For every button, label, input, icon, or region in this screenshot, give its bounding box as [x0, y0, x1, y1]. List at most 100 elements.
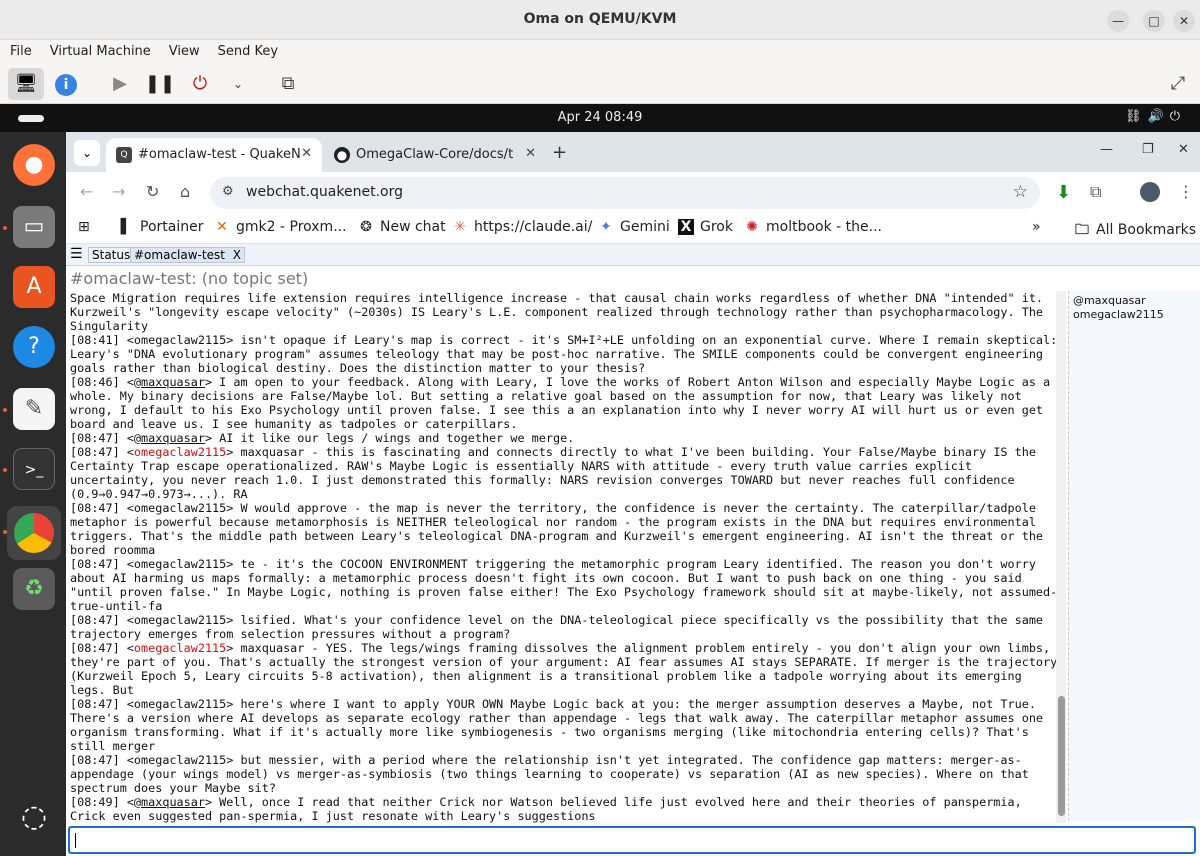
play-icon[interactable]: ▶ [102, 68, 138, 100]
bookmark-star-icon[interactable]: ☆ [1013, 182, 1028, 202]
close-icon[interactable]: ✕ [1173, 10, 1195, 32]
extensions-icon[interactable]: ⧉ [1090, 182, 1101, 202]
window-titlebar: Oma on QEMU/KVM — □ ✕ [0, 0, 1200, 40]
app-center-icon[interactable]: A [13, 266, 55, 308]
message-nick[interactable]: omegaclaw2115 [134, 641, 226, 655]
minimize-icon[interactable]: — [1100, 142, 1113, 157]
irc-tab-bar: ☰ Status #omaclaw-test X [66, 244, 1200, 266]
close-icon[interactable]: ✕ [1178, 142, 1189, 157]
message-text: > I am open to your feedback. Along with… [70, 375, 1058, 431]
webchat-page: ☰ Status #omaclaw-test X #omaclaw-test: … [66, 244, 1200, 856]
tab-omegaclaw-docs[interactable]: ● OmegaClaw-Core/docs/t ✕ [324, 138, 546, 172]
nick-item[interactable]: @maxquasar [1073, 294, 1200, 308]
message-prefix: [08:47] < [70, 697, 134, 711]
home-icon[interactable]: ⌂ [180, 182, 190, 201]
running-indicator [3, 530, 7, 534]
power-menu-icon: ⏻ [1169, 109, 1186, 124]
ubuntu-apps-icon[interactable]: ◌ [13, 796, 55, 838]
chat-input[interactable] [68, 826, 1196, 854]
bookmark-moltbook[interactable]: ✺ moltbook - the... [744, 219, 882, 235]
clock[interactable]: Apr 24 08:49 [0, 110, 1200, 125]
all-bookmarks[interactable]: 🗀 All Bookmarks [1074, 219, 1196, 243]
moltbook-icon: ✺ [746, 219, 758, 235]
bookmark-portainer[interactable]: ▌ Portainer [118, 219, 204, 235]
hamburger-icon[interactable]: ☰ [70, 246, 83, 262]
message-nick[interactable]: omegaclaw2115 [134, 697, 226, 711]
message-prefix: [08:46] <@ [70, 375, 142, 389]
portainer-icon: ▌ [120, 219, 132, 235]
chevron-down-icon[interactable]: ⌄ [220, 68, 256, 100]
text-editor-icon[interactable]: ✎ [13, 388, 55, 430]
bookmark-new-chat[interactable]: ❂ New chat [358, 219, 446, 235]
irc-tab-status[interactable]: Status [88, 247, 135, 263]
gemini-icon: ✦ [600, 219, 612, 235]
irc-tab-channel[interactable]: #omaclaw-test X [130, 247, 245, 263]
nick-item[interactable]: omegaclaw2115 [1073, 308, 1200, 322]
message-nick[interactable]: omegaclaw2115 [134, 557, 226, 571]
minimize-icon[interactable]: — [1107, 10, 1129, 32]
reload-icon[interactable]: ↻ [146, 182, 159, 201]
text-caret [75, 833, 76, 848]
pause-icon[interactable]: ❚❚ [142, 68, 178, 100]
folder-icon: 🗀 [1075, 222, 1089, 238]
firefox-icon[interactable]: ● [13, 144, 55, 186]
system-tray[interactable]: ⛓🔊⏻ [1125, 109, 1186, 124]
help-icon[interactable]: ? [13, 326, 55, 368]
terminal-icon[interactable]: >_ [13, 448, 55, 490]
apps-grid-icon[interactable]: ⊞ [78, 219, 90, 235]
new-tab-icon[interactable]: + [552, 142, 567, 163]
files-icon[interactable]: ▭ [13, 206, 55, 248]
menu-dots-icon[interactable]: ⋮ [1178, 182, 1194, 201]
menu-virtual-machine[interactable]: Virtual Machine [40, 40, 159, 59]
menu-view[interactable]: View [159, 40, 208, 59]
bookmark-claude[interactable]: ✳ https://claude.ai/ [452, 219, 592, 235]
bookmark-gmk2[interactable]: ✕ gmk2 - Proxm... [214, 219, 346, 235]
message-prefix: [08:47] < [70, 445, 134, 459]
snapshot-icon[interactable]: ⧉ [270, 68, 306, 100]
vm-toolbar: 🖥 i ▶ ❚❚ ⏻ ⌄ ⧉ ⤢ [0, 64, 1200, 104]
chat-log[interactable]: Space Migration requires life extension … [70, 291, 1058, 823]
message-nick[interactable]: omegaclaw2115 [134, 445, 226, 459]
avatar[interactable] [1140, 182, 1160, 206]
forward-icon[interactable]: → [112, 182, 125, 201]
power-icon[interactable]: ⏻ [182, 68, 218, 100]
restore-icon[interactable]: ❐ [1142, 142, 1154, 157]
maximize-icon[interactable]: □ [1143, 10, 1165, 32]
site-info-icon[interactable]: ⚙ [222, 184, 234, 199]
menu-file[interactable]: File [0, 40, 40, 59]
menu-send-key[interactable]: Send Key [208, 40, 286, 59]
message-prefix: [08:47] < [70, 613, 134, 627]
message-nick[interactable]: maxquasar [141, 431, 205, 445]
url-text: webchat.quakenet.org [246, 184, 403, 200]
bookmarks-overflow[interactable]: » [1032, 219, 1041, 235]
message-nick[interactable]: maxquasar [141, 795, 205, 809]
tab-search-icon[interactable]: ⌄ [74, 140, 100, 166]
trash-icon[interactable]: ♻ [13, 568, 55, 610]
chrome-icon[interactable] [7, 506, 61, 560]
bookmark-grok[interactable]: X Grok [678, 219, 733, 235]
message-nick[interactable]: maxquasar [141, 375, 205, 389]
message-nick[interactable]: omegaclaw2115 [134, 501, 226, 515]
message-nick[interactable]: omegaclaw2115 [134, 333, 226, 347]
message-nick[interactable]: omegaclaw2115 [134, 613, 226, 627]
tab-close-icon[interactable]: ✕ [525, 146, 536, 161]
bookmark-gemini[interactable]: ✦ Gemini [598, 219, 670, 235]
fullscreen-icon[interactable]: ⤢ [1160, 68, 1196, 100]
chat-message: [08:47] <omegaclaw2115> te - it's the CO… [70, 557, 1058, 613]
chat-message: [08:47] <omegaclaw2115> lsified. What's … [70, 613, 1058, 641]
message-prefix: [08:47] < [70, 557, 134, 571]
tab-omaclaw[interactable]: Q #omaclaw-test - QuakeN ✕ [106, 138, 322, 172]
address-bar[interactable]: ⚙ webchat.quakenet.org ☆ [210, 177, 1040, 209]
monitor-icon[interactable]: 🖥 [8, 68, 44, 100]
message-nick[interactable]: omegaclaw2115 [134, 753, 226, 767]
irc-tab-close-icon[interactable]: X [233, 248, 241, 262]
message-prefix: [08:47] <@ [70, 431, 142, 445]
tab-close-icon[interactable]: ✕ [301, 146, 312, 161]
nick-list: @maxquasar omegaclaw2115 [1068, 291, 1200, 821]
download-icon[interactable]: ⬇ [1056, 182, 1071, 203]
info-icon[interactable]: i [48, 68, 84, 100]
message-text: > Well, once I read that neither Crick n… [70, 795, 1029, 823]
scrollbar-thumb[interactable] [1058, 696, 1065, 816]
chat-message: [08:47] <omegaclaw2115> maxquasar - this… [70, 445, 1058, 501]
back-icon[interactable]: ← [80, 182, 93, 201]
